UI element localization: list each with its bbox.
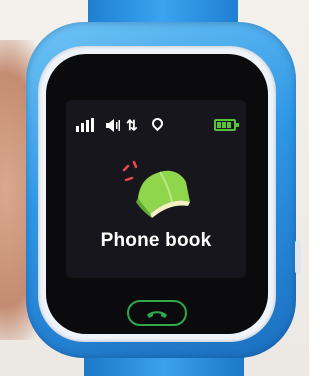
speaker-icon bbox=[106, 119, 120, 132]
app-label: Phone book bbox=[100, 230, 212, 251]
status-bar: ⇅ bbox=[76, 115, 239, 136]
phone-book-icon[interactable] bbox=[120, 158, 196, 222]
phone-call-icon bbox=[147, 311, 167, 318]
call-button[interactable] bbox=[127, 300, 187, 326]
side-button[interactable] bbox=[295, 240, 301, 274]
data-transfer-icon: ⇅ bbox=[126, 117, 138, 133]
battery-icon bbox=[214, 119, 239, 131]
location-pin-icon bbox=[149, 115, 166, 132]
